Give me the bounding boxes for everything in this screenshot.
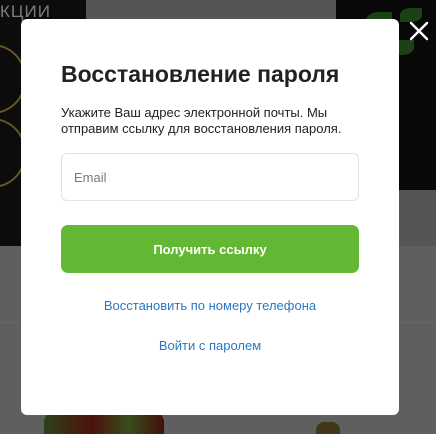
get-link-button[interactable]: Получить ссылку [61, 225, 359, 273]
login-with-password-link[interactable]: Войти с паролем [61, 338, 359, 353]
close-button[interactable] [408, 20, 430, 42]
close-icon [409, 21, 429, 41]
restore-by-phone-link[interactable]: Восстановить по номеру телефона [61, 298, 359, 313]
modal-title: Восстановление пароля [61, 61, 340, 87]
modal-description: Укажите Ваш адрес электронной почты. Мы … [61, 105, 342, 136]
password-recovery-modal: Восстановление пароля Укажите Ваш адрес … [21, 19, 399, 415]
email-field[interactable] [61, 153, 359, 201]
